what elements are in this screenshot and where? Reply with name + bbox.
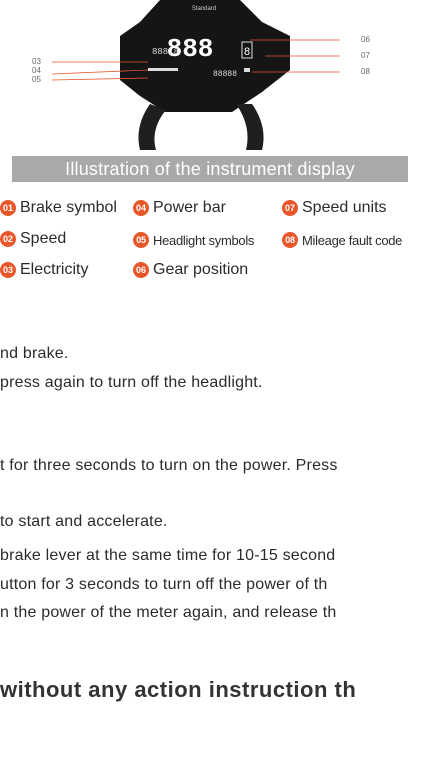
legend-badge: 01: [0, 200, 16, 216]
callout-08: 08: [361, 67, 370, 76]
legend-label: Gear position: [153, 261, 249, 278]
instruction-line: utton for 3 seconds to turn off the powe…: [0, 576, 328, 593]
legend-label: Headlight symbols: [153, 232, 255, 248]
legend-badge: 04: [133, 200, 149, 216]
display-top-label: Standard: [192, 6, 216, 12]
legend-label: Power bar: [153, 199, 226, 216]
bold-note: without any action instruction th: [0, 677, 357, 702]
legend-label: Mileage fault code: [302, 232, 403, 248]
callout-05: 05: [32, 75, 41, 84]
instruction-line: to start and accelerate.: [0, 513, 168, 530]
instrument-display-illustration: Standard 888 888.8 8 88888 03 04 05 06 0…: [32, 0, 370, 150]
legend-badge: 08: [282, 232, 298, 248]
legend-badge: 03: [0, 262, 16, 278]
instruction-line: nd brake.: [0, 345, 69, 362]
legend-item-speed: 02 Speed: [0, 230, 66, 248]
callout-04: 04: [32, 66, 41, 75]
legend-item-headlight-symbols: 05 Headlight symbols: [133, 232, 254, 248]
legend-item-power-bar: 04 Power bar: [133, 199, 226, 217]
illustration-banner: Illustration of the instrument display: [12, 156, 408, 182]
gear-digit: 8: [244, 47, 251, 59]
legend-label: Electricity: [20, 261, 89, 278]
legend-item-mileage-fault-code: 08 Mileage fault code: [282, 232, 402, 248]
callout-06: 06: [361, 35, 370, 44]
legend-item-speed-units: 07 Speed units: [282, 199, 387, 217]
power-bar-segments: [148, 68, 178, 71]
instruction-line: t for three seconds to turn on the power…: [0, 457, 338, 474]
instruction-line: press again to turn off the headlight.: [0, 374, 263, 391]
legend-label: Brake symbol: [20, 199, 117, 216]
instruction-line: n the power of the meter again, and rele…: [0, 604, 337, 621]
instruction-line: brake lever at the same time for 10-15 s…: [0, 547, 336, 564]
legend-item-brake-symbol: 01 Brake symbol: [0, 199, 117, 217]
small-digits: 888.8: [152, 47, 179, 57]
legend-badge: 02: [0, 231, 16, 247]
legend-label: Speed units: [302, 199, 387, 216]
callout-03: 03: [32, 57, 41, 66]
legend-item-electricity: 03 Electricity: [0, 261, 88, 279]
mileage-digits: 88888: [213, 70, 237, 79]
legend-badge: 06: [133, 262, 149, 278]
legend-item-gear-position: 06 Gear position: [133, 261, 248, 279]
legend-label: Speed: [20, 230, 67, 247]
legend-badge: 05: [133, 232, 149, 248]
callout-07: 07: [361, 51, 370, 60]
legend-badge: 07: [282, 200, 298, 216]
